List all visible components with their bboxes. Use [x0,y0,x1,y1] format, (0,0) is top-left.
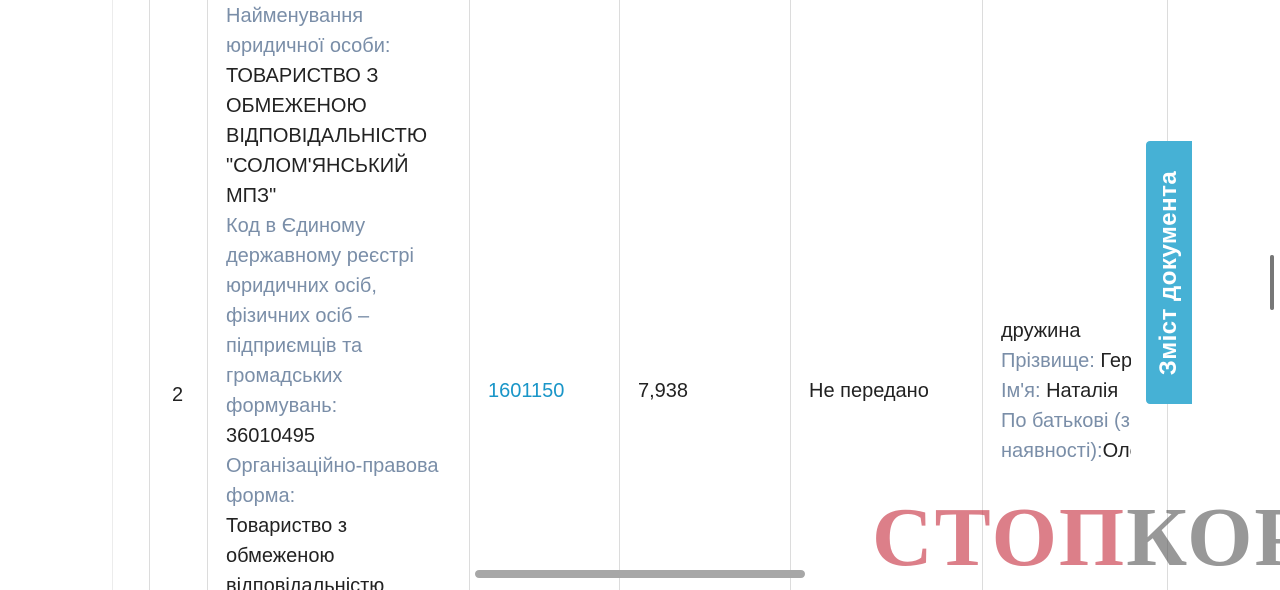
row-number-cell: 2 [172,384,184,406]
table-border-left [112,0,113,590]
column-divider [469,0,470,590]
column-divider [790,0,791,590]
entity-name-label: Найменування юридичної особи: [226,5,391,57]
entity-name-value: ТОВАРИСТВО З ОБМЕЖЕНОЮ ВІДПОВІДАЛЬНІСТЮ … [226,65,428,207]
document-contents-label: Зміст документа [1155,170,1182,375]
patronymic-value: Оле [1102,440,1131,462]
relative-info-cell: дружина Прізвище: Гер Ім'я: Наталія По б… [1001,316,1131,466]
stopcor-watermark-logo: СТОПКОР [872,490,1280,586]
entity-form-value: Товариство з обмеженою відповідальністю [226,515,385,590]
relation-value: дружина [1001,320,1081,342]
patronymic-label-wrap: По батькові (з наявності):Оле [1001,406,1131,466]
page-scrollbar-thumb[interactable] [1270,255,1274,310]
watermark-part-gray: КОР [1126,491,1280,584]
first-name-label: Ім'я: [1001,380,1041,402]
first-name-value: Наталія [1046,380,1119,402]
surname-value: Гер [1100,350,1131,372]
surname-label: Прізвище: [1001,350,1095,372]
column-divider [149,0,150,590]
entity-code-label: Код в Єдиному державному реєстрі юридичн… [226,215,414,417]
entity-code-value: 36010495 [226,425,315,447]
share-percent-cell: 7,938 [638,380,689,402]
document-contents-tab[interactable]: Зміст документа [1146,141,1192,404]
transfer-status-cell: Не передано [809,380,929,402]
entity-form-label: Організаційно-правова форма: [226,455,439,507]
column-divider [619,0,620,590]
watermark-part-red: СТОП [872,491,1127,584]
object-code-link[interactable]: 1601150 [488,376,564,406]
horizontal-scrollbar-thumb[interactable] [475,570,805,578]
column-divider [207,0,208,590]
legal-entity-cell: Найменування юридичної особи: ТОВАРИСТВО… [226,0,456,590]
